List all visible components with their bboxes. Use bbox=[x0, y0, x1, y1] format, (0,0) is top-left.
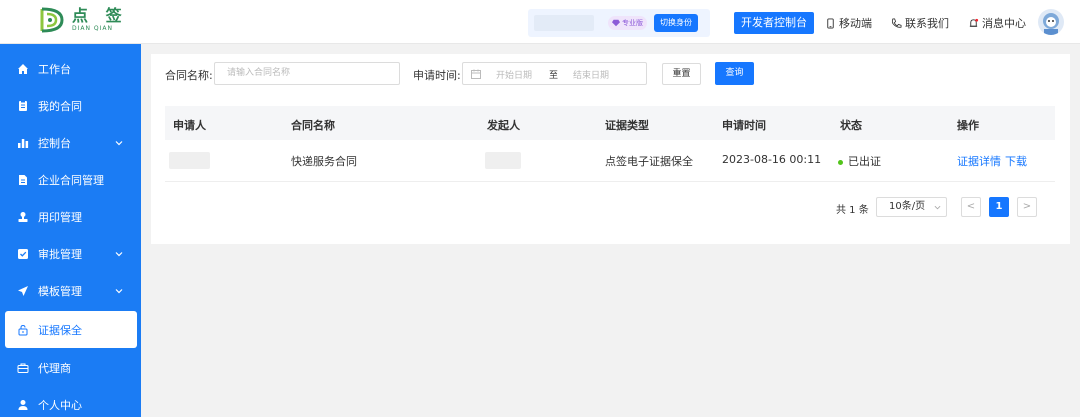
contract-name-input[interactable]: 请输入合同名称 bbox=[214, 62, 400, 85]
sidebar-item-label: 工作台 bbox=[38, 62, 71, 76]
status-dot-icon bbox=[838, 159, 843, 165]
sidebar-item-workbench[interactable]: 工作台 bbox=[0, 50, 141, 87]
mobile-icon bbox=[827, 17, 834, 29]
logo[interactable]: 点 签 DIAN QIAN bbox=[36, 5, 128, 35]
sidebar-item-label: 我的合同 bbox=[38, 99, 82, 113]
diamond-icon bbox=[612, 19, 620, 27]
evidence-list-panel: 合同名称: 请输入合同名称 申请时间: 开始日期 至 结束日期 重置 查询 申请… bbox=[151, 54, 1070, 244]
user-avatar[interactable] bbox=[1038, 9, 1064, 35]
bell-icon bbox=[969, 18, 979, 27]
status-label: 已出证 bbox=[848, 155, 881, 168]
sidebar-item-label: 模板管理 bbox=[38, 284, 82, 298]
pro-badge-label: 专业版 bbox=[622, 19, 643, 27]
avatar-icon bbox=[1043, 13, 1059, 35]
reset-button[interactable]: 重置 bbox=[662, 63, 701, 85]
logo-text-cn: 点 签 bbox=[72, 6, 128, 25]
table-row: 快递服务合同 点签电子证据保全 2023-08-16 00:11 已出证 证据详… bbox=[165, 140, 1055, 182]
evidence-detail-link[interactable]: 证据详情 bbox=[957, 153, 1001, 169]
initiator-blurred bbox=[485, 152, 521, 169]
sidebar-item-approval[interactable]: 审批管理 bbox=[0, 235, 141, 272]
sidebar-item-label: 审批管理 bbox=[38, 247, 82, 261]
start-date-input[interactable]: 开始日期 bbox=[496, 68, 532, 81]
date-separator: 至 bbox=[549, 71, 559, 81]
sidebar-item-console[interactable]: 控制台 bbox=[0, 124, 141, 161]
page-1-button[interactable]: 1 bbox=[989, 197, 1009, 217]
document-icon bbox=[19, 174, 27, 185]
page-size-select[interactable]: 10条/页 bbox=[876, 197, 947, 217]
contract-name-cell: 快递服务合同 bbox=[291, 155, 357, 168]
table-header: 申请人 合同名称 发起人 证据类型 申请时间 状态 操作 bbox=[165, 106, 1055, 140]
logo-mark-icon bbox=[40, 7, 64, 33]
sidebar-item-label: 企业合同管理 bbox=[38, 173, 104, 187]
briefcase-icon bbox=[17, 363, 29, 373]
stamp-icon bbox=[18, 211, 28, 222]
chevron-down-icon bbox=[115, 251, 123, 256]
account-name-blurred bbox=[534, 15, 594, 31]
column-header: 合同名称 bbox=[291, 119, 335, 132]
sidebar-item-agent[interactable]: 代理商 bbox=[0, 349, 141, 386]
prev-page-button[interactable]: < bbox=[961, 197, 981, 217]
phone-icon bbox=[891, 18, 902, 28]
sidebar-item-label: 代理商 bbox=[38, 361, 71, 375]
home-icon bbox=[18, 63, 28, 74]
chevron-down-icon bbox=[115, 140, 123, 145]
status-cell: 已出证 bbox=[838, 153, 881, 169]
sidebar-item-label: 控制台 bbox=[38, 136, 71, 150]
column-header: 证据类型 bbox=[605, 119, 649, 132]
message-center-link[interactable]: 消息中心 bbox=[968, 15, 1026, 31]
applicant-blurred bbox=[169, 152, 210, 169]
sidebar-item-seal-management[interactable]: 用印管理 bbox=[0, 198, 141, 235]
switch-identity-button[interactable]: 切换身份 bbox=[654, 14, 698, 32]
top-header: 点 签 DIAN QIAN 专业版 切换身份 开发者控制台 移动端 联系我们 消… bbox=[0, 0, 1080, 44]
chevron-down-icon bbox=[934, 205, 941, 210]
evidence-type-cell: 点签电子证据保全 bbox=[605, 155, 693, 168]
pagination-total: 共 1 条 bbox=[836, 205, 869, 216]
sidebar-item-evidence-preservation[interactable]: 证据保全 bbox=[5, 311, 137, 348]
apply-time-label: 申请时间: bbox=[413, 69, 461, 82]
mobile-link[interactable]: 移动端 bbox=[825, 15, 872, 31]
account-switcher: 专业版 切换身份 bbox=[528, 9, 710, 37]
developer-console-button[interactable]: 开发者控制台 bbox=[734, 12, 814, 34]
column-header: 操作 bbox=[957, 119, 979, 132]
sidebar-item-label: 个人中心 bbox=[38, 398, 82, 412]
lock-icon bbox=[18, 324, 28, 335]
sidebar-item-label: 证据保全 bbox=[38, 323, 82, 337]
apply-time-cell: 2023-08-16 00:11 bbox=[722, 153, 822, 166]
contact-link[interactable]: 联系我们 bbox=[891, 15, 949, 31]
sidebar-item-enterprise-contracts[interactable]: 企业合同管理 bbox=[0, 161, 141, 198]
sidebar-item-personal-center[interactable]: 个人中心 bbox=[0, 386, 141, 417]
bar-chart-icon bbox=[18, 138, 29, 148]
contract-name-label: 合同名称: bbox=[165, 69, 213, 82]
date-range-picker[interactable]: 开始日期 至 结束日期 bbox=[462, 62, 647, 85]
query-button[interactable]: 查询 bbox=[715, 62, 754, 85]
sidebar-item-templates[interactable]: 模板管理 bbox=[0, 272, 141, 309]
column-header: 申请人 bbox=[173, 119, 206, 132]
send-icon bbox=[18, 285, 28, 296]
column-header: 发起人 bbox=[487, 119, 520, 132]
chevron-down-icon bbox=[115, 288, 123, 293]
message-center-label: 消息中心 bbox=[982, 17, 1026, 30]
page-size-value: 10条/页 bbox=[889, 201, 926, 212]
end-date-input[interactable]: 结束日期 bbox=[573, 68, 609, 81]
column-header: 申请时间 bbox=[722, 119, 766, 132]
logo-text-en: DIAN QIAN bbox=[72, 25, 113, 32]
next-page-button[interactable]: > bbox=[1017, 197, 1037, 217]
approval-icon bbox=[18, 248, 28, 259]
sidebar-item-label: 用印管理 bbox=[38, 210, 82, 224]
pro-badge: 专业版 bbox=[608, 16, 647, 30]
download-link[interactable]: 下载 bbox=[1005, 153, 1027, 169]
sidebar-item-my-contracts[interactable]: 我的合同 bbox=[0, 87, 141, 124]
contact-link-label: 联系我们 bbox=[905, 17, 949, 30]
contract-icon bbox=[19, 100, 27, 111]
calendar-icon bbox=[471, 69, 481, 79]
mobile-link-label: 移动端 bbox=[839, 17, 872, 30]
user-icon bbox=[18, 399, 28, 410]
sidebar: 工作台 我的合同 控制台 企业合同管理 用印管理 审批管理 模板管理 证据保全 … bbox=[0, 44, 141, 417]
column-header: 状态 bbox=[840, 119, 862, 132]
